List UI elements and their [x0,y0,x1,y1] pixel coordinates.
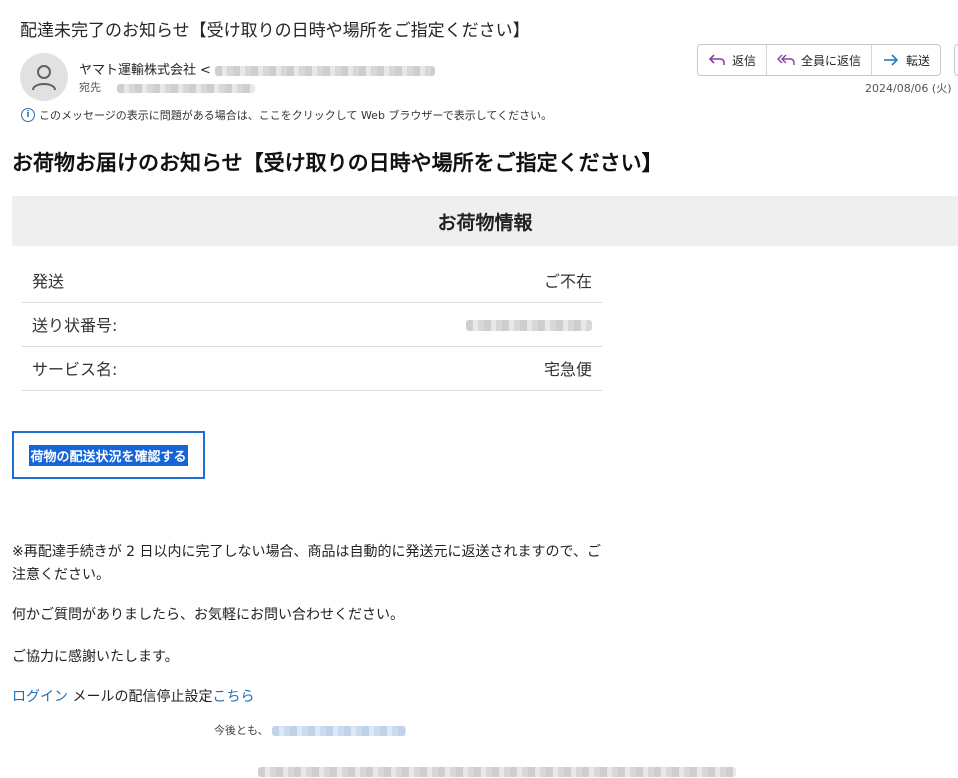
redacted-copyright-text [258,767,736,777]
row-label-service-name: サービス名: [22,346,266,391]
email-subject: 配達未完了のお知らせ【受け取りの日時や場所をご指定ください】 [20,21,530,41]
redacted-recipient [116,83,255,93]
check-delivery-status-button[interactable]: 荷物の配送状況を確認する [12,431,205,479]
reply-label: 返信 [732,53,757,68]
sender-bracket: < [200,63,211,78]
redacted-sender-email [215,65,436,76]
unsubscribe-here-link[interactable]: こちら [212,689,254,705]
reply-button[interactable]: 返信 [698,45,768,75]
received-date: 2024/08/06 (火) [865,82,952,95]
info-icon: i [21,108,35,122]
email-headline: お荷物お届けのお知らせ【受け取りの日時や場所をご指定ください】 [12,151,663,175]
recipient-line: 宛先 [79,79,255,95]
sender-line[interactable]: ヤマト運輸株式会社 < [79,59,436,78]
display-problem-notice[interactable]: i このメッセージの表示に問題がある場合は、ここをクリックして Web ブラウザ… [21,107,552,123]
row-value-service-name: 宅急便 [265,346,602,391]
reply-all-arrow-icon [777,54,795,65]
table-row: 発送 ご不在 [22,258,602,303]
check-delivery-status-label: 荷物の配送状況を確認する [29,444,188,466]
more-actions-button[interactable] [954,44,958,76]
redacted-tracking-number [466,319,592,331]
unsubscribe-text: メールの配信停止設定 [68,689,213,705]
sender-name: ヤマト運輸株式会社 [79,63,197,78]
forward-label: 転送 [906,53,931,68]
forward-arrow-icon [884,54,899,66]
row-value-tracking-number [265,302,602,347]
sender-avatar[interactable] [20,53,68,101]
row-label-shipping: 発送 [22,258,266,303]
forward-button[interactable]: 転送 [872,45,940,75]
return-notice: ※再配達手続きが 2 日以内に完了しない場合、商品は自動的に発送元に返送されます… [12,544,601,583]
login-link[interactable]: ログイン [12,689,68,705]
footer-links: ログイン メールの配信停止設定こちら [12,686,254,706]
thanks-text: ご協力に感謝いたします。 [12,649,179,665]
table-row: 送り状番号: [22,302,602,347]
display-problem-text: このメッセージの表示に問題がある場合は、ここをクリックして Web ブラウザーで… [39,109,553,122]
reply-all-button[interactable]: 全員に返信 [767,45,873,75]
closing-prefix: 今後とも、 [214,724,269,737]
copyright-line [258,765,736,778]
table-row: サービス名: 宅急便 [22,346,602,391]
closing-line: 今後とも、 [214,722,407,738]
reply-arrow-icon [708,54,725,65]
row-label-tracking-number: 送り状番号: [22,302,266,347]
contact-text: 何かご質問がありましたら、お気軽にお問い合わせください。 [12,607,404,623]
package-info-table: 発送 ご不在 送り状番号: サービス名: 宅急便 [22,258,602,391]
reply-all-label: 全員に返信 [801,53,862,68]
person-icon [32,65,56,91]
to-label: 宛先 [79,81,101,94]
redacted-closing-text [272,726,407,736]
row-value-shipping: ご不在 [265,258,602,303]
package-info-heading: お荷物情報 [12,196,958,246]
message-actions-toolbar: 返信 全員に返信 転送 [697,44,942,76]
